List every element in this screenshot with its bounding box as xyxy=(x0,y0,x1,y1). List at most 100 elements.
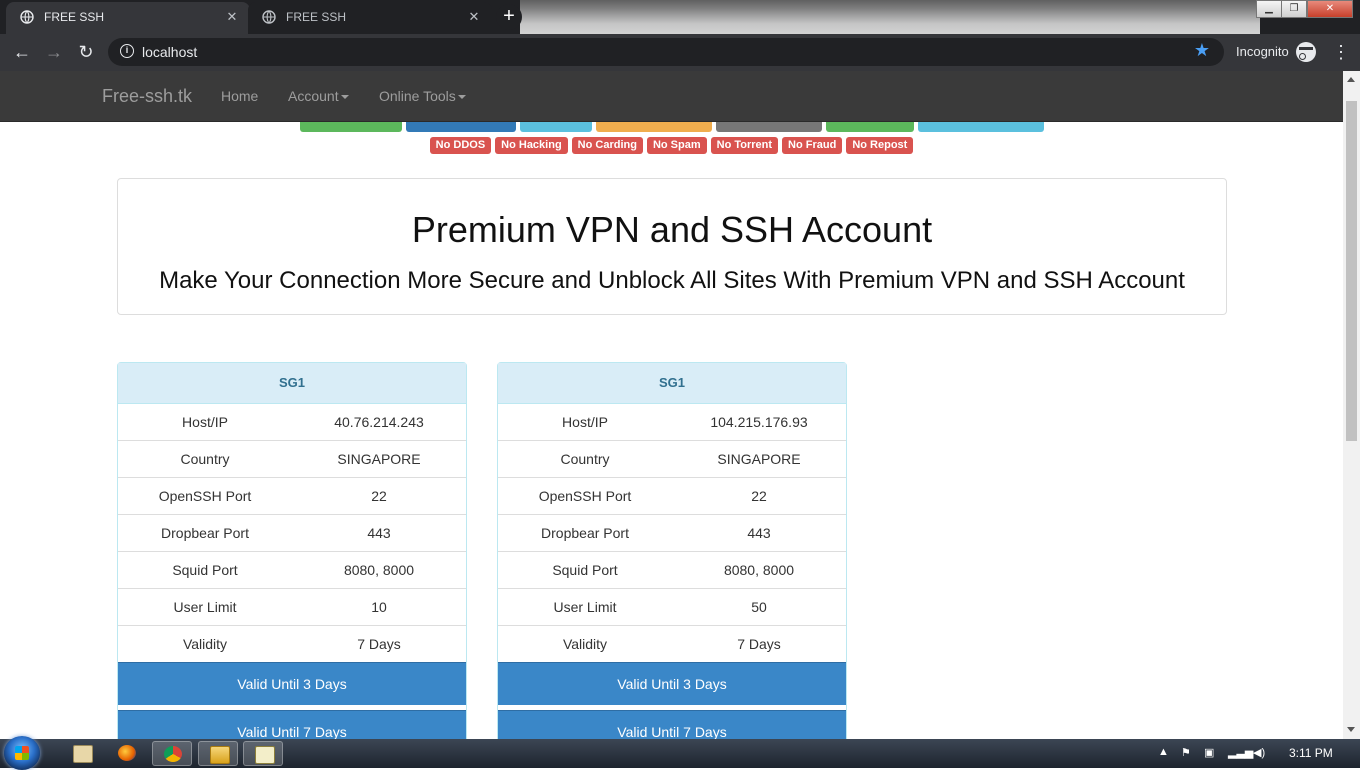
globe-icon xyxy=(262,10,276,24)
volume-icon[interactable]: ◀) xyxy=(1253,746,1265,759)
close-window-button[interactable]: ✕ xyxy=(1307,0,1353,18)
scroll-up-icon[interactable] xyxy=(1347,77,1355,82)
detail-label: Validity xyxy=(182,636,228,652)
incognito-label: Incognito xyxy=(1236,44,1289,59)
server-detail-row: User Limit 10 xyxy=(118,589,466,626)
taskbar-app[interactable] xyxy=(62,741,102,766)
detail-value: 10 xyxy=(371,599,387,615)
detail-label: Host/IP xyxy=(562,414,608,430)
tab-close-icon[interactable]: ✕ xyxy=(224,9,240,25)
browser-tab-inactive[interactable]: FREE SSH ✕ xyxy=(248,2,492,34)
rule-badge: No Hacking xyxy=(495,137,568,154)
new-tab-button[interactable]: + xyxy=(496,4,522,30)
detail-label: Country xyxy=(180,451,230,467)
desktop-background-strip xyxy=(520,0,1260,34)
detail-value: 8080, 8000 xyxy=(343,562,415,578)
taskbar-app[interactable] xyxy=(107,741,147,766)
windows-taskbar: ▲ ⚑ ▣ ▂▃▅ ◀) 3:11 PM xyxy=(0,736,1360,770)
server-panel: SG1 Host/IP 40.76.214.243 Country SINGAPOR… xyxy=(117,362,467,739)
server-name: SG1 xyxy=(118,363,466,404)
server-detail-row: OpenSSH Port 22 xyxy=(498,478,846,515)
server-detail-row: Host/IP 40.76.214.243 xyxy=(118,404,466,441)
server-detail-row: User Limit 50 xyxy=(498,589,846,626)
caret-down-icon xyxy=(457,95,466,100)
globe-icon xyxy=(20,10,34,24)
start-button[interactable] xyxy=(4,736,40,770)
server-detail-row: Host/IP 104.215.176.93 xyxy=(498,404,846,441)
paint-icon xyxy=(73,745,93,763)
hero-jumbotron: Premium VPN and SSH Account Make Your Co… xyxy=(117,178,1227,315)
detail-label: Squid Port xyxy=(172,562,238,578)
site-navbar: Free-ssh.tk Home Account Online Tools xyxy=(0,71,1343,122)
site-brand[interactable]: Free-ssh.tk xyxy=(102,86,192,107)
detail-label: Host/IP xyxy=(182,414,228,430)
valid-3-days-button[interactable]: Valid Until 3 Days xyxy=(498,662,846,705)
explorer-icon xyxy=(210,746,230,764)
chrome-icon xyxy=(164,746,182,762)
detail-label: User Limit xyxy=(553,599,617,615)
rule-badge: No Spam xyxy=(646,137,707,154)
rule-badge: No DDOS xyxy=(429,137,492,154)
detail-label: Squid Port xyxy=(552,562,618,578)
detail-label: User Limit xyxy=(173,599,237,615)
network-icon[interactable]: ▂▃▅ xyxy=(1228,746,1253,759)
detail-value: 443 xyxy=(367,525,391,541)
minimize-window-button[interactable]: ▁ xyxy=(1256,0,1282,18)
nav-link-account[interactable]: Account xyxy=(288,88,349,104)
server-detail-row: Dropbear Port 443 xyxy=(118,515,466,552)
action-center-flag-icon[interactable]: ⚑ xyxy=(1181,746,1191,759)
taskbar-app-active[interactable] xyxy=(152,741,192,766)
address-bar[interactable]: i localhost ★ xyxy=(108,38,1224,66)
detail-label: Dropbear Port xyxy=(161,525,249,541)
nav-link-online-tools[interactable]: Online Tools xyxy=(379,88,466,104)
rule-badge: No Repost xyxy=(846,137,914,154)
browser-tab-active[interactable]: FREE SSH ✕ xyxy=(6,2,250,34)
url-text[interactable]: localhost xyxy=(142,44,197,60)
detail-label: Validity xyxy=(562,636,608,652)
detail-value: 50 xyxy=(751,599,767,615)
forward-icon[interactable]: → xyxy=(44,42,64,62)
tab-title: FREE SSH xyxy=(286,10,347,24)
browser-tab-strip: FREE SSH ✕ FREE SSH ✕ + ▁ ❐ ✕ xyxy=(0,0,1360,34)
taskbar-clock[interactable]: 3:11 PM xyxy=(1289,746,1333,760)
reload-icon[interactable]: ↻ xyxy=(76,42,96,62)
maximize-window-button[interactable]: ❐ xyxy=(1281,0,1307,18)
server-name: SG1 xyxy=(498,363,846,404)
caret-down-icon xyxy=(340,95,349,100)
device-icon[interactable]: ▣ xyxy=(1204,746,1214,759)
server-detail-row: Country SINGAPORE xyxy=(498,441,846,478)
server-detail-row: Country SINGAPORE xyxy=(118,441,466,478)
taskbar-app-active[interactable] xyxy=(198,741,238,766)
rule-badge: No Torrent xyxy=(710,137,779,154)
rule-badge: No Fraud xyxy=(782,137,843,154)
rules-badges-row: No DDOS No Hacking No Carding No Spam No Tor… xyxy=(0,137,1343,154)
valid-7-days-button[interactable]: Valid Until 7 Days xyxy=(118,710,466,739)
detail-label: OpenSSH Port xyxy=(158,488,252,504)
detail-value: 7 Days xyxy=(357,636,401,652)
detail-value: 7 Days xyxy=(737,636,781,652)
scrollbar-thumb[interactable] xyxy=(1346,101,1357,441)
scroll-down-icon[interactable] xyxy=(1347,727,1355,732)
page-scrollbar[interactable] xyxy=(1343,71,1360,739)
incognito-icon[interactable] xyxy=(1296,42,1316,62)
star-icon[interactable]: ★ xyxy=(1194,40,1210,61)
detail-value: 40.76.214.243 xyxy=(334,414,424,430)
server-panel: SG1 Host/IP 104.215.176.93 Country SINGAPO… xyxy=(497,362,847,739)
nav-link-home[interactable]: Home xyxy=(221,88,258,104)
show-hidden-icons-icon[interactable]: ▲ xyxy=(1158,746,1169,758)
server-detail-row: Dropbear Port 443 xyxy=(498,515,846,552)
tab-title: FREE SSH xyxy=(44,10,105,24)
detail-value: SINGAPORE xyxy=(717,451,801,467)
tab-close-icon[interactable]: ✕ xyxy=(466,9,482,25)
server-detail-row: Squid Port 8080, 8000 xyxy=(498,552,846,589)
valid-3-days-button[interactable]: Valid Until 3 Days xyxy=(118,662,466,705)
menu-icon[interactable]: ⋮ xyxy=(1332,42,1350,63)
info-icon[interactable]: i xyxy=(120,44,134,58)
browser-toolbar: ← → ↻ i localhost ★ Incognito ⋮ xyxy=(0,34,1360,71)
detail-label: OpenSSH Port xyxy=(538,488,632,504)
detail-value: SINGAPORE xyxy=(337,451,421,467)
taskbar-app-active[interactable] xyxy=(243,741,283,766)
server-detail-row: Validity 7 Days xyxy=(498,626,846,662)
valid-7-days-button[interactable]: Valid Until 7 Days xyxy=(498,710,846,739)
back-icon[interactable]: ← xyxy=(12,42,32,62)
